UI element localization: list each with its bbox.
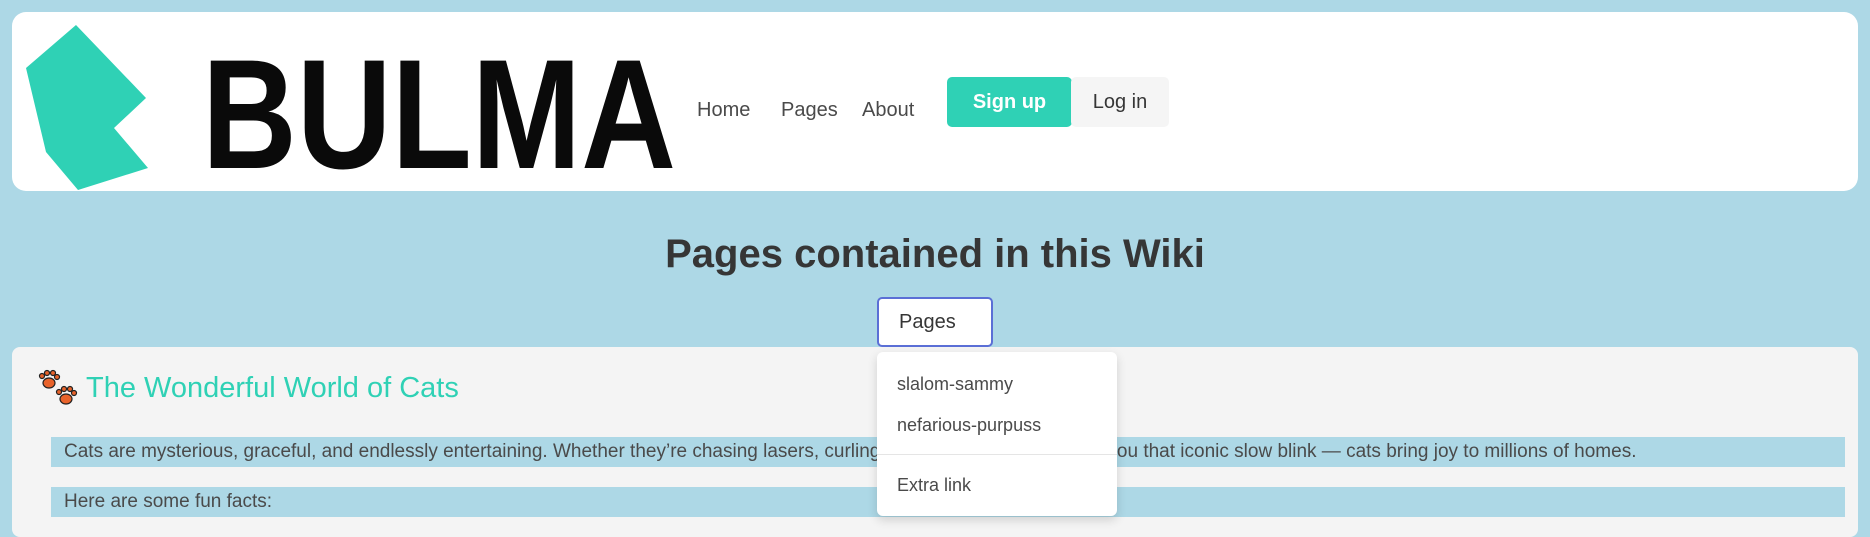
dropdown-item-nefarious-purpuss[interactable]: nefarious-purpuss [897, 415, 1041, 436]
bulma-logo-text: BULMA [202, 28, 676, 190]
dropdown-item-slalom-sammy[interactable]: slalom-sammy [897, 374, 1013, 395]
bulma-logo-mark [26, 25, 148, 190]
nav-about-link[interactable]: About [862, 99, 914, 122]
navbar: BULMA Home Pages About Sign up Log in [12, 12, 1858, 191]
paw-prints-icon [38, 369, 78, 405]
article-title: The Wonderful World of Cats [86, 372, 459, 404]
dropdown-item-extra-link[interactable]: Extra link [897, 475, 971, 496]
nav-home-link[interactable]: Home [697, 99, 750, 122]
bulma-logo[interactable]: BULMA [26, 20, 676, 190]
pages-dropdown-trigger[interactable]: Pages [877, 297, 993, 347]
pages-dropdown-menu: slalom-sammy nefarious-purpuss Extra lin… [877, 352, 1117, 516]
nav-pages-link[interactable]: Pages [781, 99, 838, 122]
page-title: Pages contained in this Wiki [665, 232, 1205, 276]
signup-button[interactable]: Sign up [947, 77, 1072, 127]
dropdown-divider [877, 454, 1117, 455]
login-button[interactable]: Log in [1071, 77, 1169, 127]
